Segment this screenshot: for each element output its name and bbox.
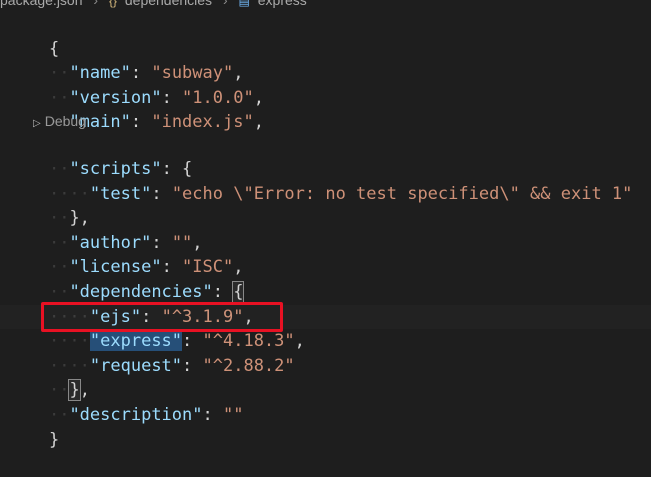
play-icon: ▷ — [33, 118, 41, 130]
debug-codelens[interactable]: ▷ Debug — [0, 110, 651, 132]
close-brace: } — [48, 429, 60, 450]
code-line-selected[interactable]: ····"express": "^4.18.3", — [0, 305, 651, 352]
code-line[interactable]: ··"author": "", — [0, 206, 651, 253]
code-editor[interactable]: { ··"name": "subway", ··"version": "1.0.… — [0, 12, 651, 450]
code-line[interactable]: ··"main": "index.js", — [0, 86, 651, 132]
code-line[interactable]: ··"scripts": { — [0, 132, 651, 179]
code-line[interactable]: ··"version": "1.0.0", — [0, 61, 651, 108]
code-line[interactable]: ··}, — [0, 354, 651, 402]
string-property-icon: ▤ — [238, 0, 250, 8]
debug-label: Debug — [44, 113, 86, 130]
code-line[interactable]: ··"license": "ISC", — [0, 231, 651, 277]
code-line[interactable]: ····"test": "echo \"Error: no test speci… — [0, 157, 651, 204]
chevron-right-icon: › — [222, 0, 228, 8]
code-line[interactable]: } — [0, 403, 651, 450]
code-line[interactable]: { — [0, 12, 651, 59]
breadcrumb-item-express[interactable]: express — [258, 0, 307, 8]
breadcrumb: package.json › {} dependencies › ▤ expre… — [0, 0, 307, 8]
code-line[interactable]: ··"dependencies": { — [0, 255, 651, 303]
braces-icon: {} — [108, 0, 117, 8]
code-line[interactable]: ··"description": "" — [0, 378, 651, 425]
code-line[interactable]: ··}, — [0, 182, 651, 228]
code-line[interactable]: ····"request": "^2.88.2" — [0, 329, 651, 376]
breadcrumb-file[interactable]: package.json — [0, 0, 83, 8]
breadcrumb-item-dependencies[interactable]: dependencies — [125, 0, 212, 8]
code-line[interactable]: ····"ejs": "^3.1.9", — [0, 280, 651, 327]
code-line[interactable]: ··"name": "subway", — [0, 37, 651, 83]
chevron-right-icon: › — [93, 0, 99, 8]
